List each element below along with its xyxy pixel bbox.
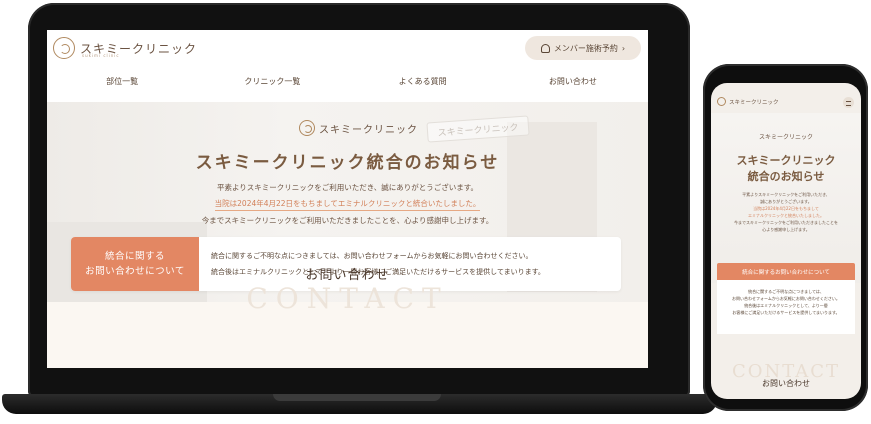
phone-notice-line3: 統合後はエミナルクリニックとして、より一層 bbox=[744, 303, 828, 308]
member-booking-button[interactable]: メンバー施術予約 › bbox=[525, 36, 641, 60]
chevron-right-icon: › bbox=[621, 43, 626, 53]
phone-notice-header: 統合に関するお問い合わせについて bbox=[717, 263, 855, 280]
phone-hero-logo: スキミークリニック bbox=[758, 134, 813, 141]
notice-body-line1: 統合に関するご不明な点につきましては、お問い合わせフォームからお気軽にお問い合わ… bbox=[211, 252, 533, 260]
laptop-screen: スキミークリニック sukimi clinic メンバー施術予約 › 部位一覧 … bbox=[47, 30, 648, 368]
site-header: スキミークリニック sukimi clinic メンバー施術予約 › 部位一覧 … bbox=[47, 30, 648, 102]
laptop-notch bbox=[273, 394, 441, 401]
hero-highlight-text: 当院は2024年4月22日をもちましてエミナルクリニックと統合いたしました。 bbox=[214, 198, 481, 211]
phone-contact-title: お問い合わせ bbox=[762, 379, 810, 388]
phone-hero-line4: エミナルクリニックと統合いたしました。 bbox=[748, 213, 824, 218]
hero-text-line2: 当院は2024年4月22日をもちましてエミナルクリニックと統合いたしました。 bbox=[47, 198, 648, 211]
hamburger-menu-icon[interactable] bbox=[843, 97, 854, 108]
phone-notice-body: 統合に関するご不明な点につきましては、 お問い合わせフォームからお気軽にお問い合… bbox=[717, 280, 855, 334]
phone-title-line1: スキミークリニック bbox=[736, 154, 836, 167]
phone-hero-line1: 平素よりスキミークリニックをご利用いただき、 bbox=[742, 192, 830, 197]
phone-logo-text: スキミークリニック bbox=[729, 99, 779, 106]
hero-logo: スキミークリニック bbox=[299, 120, 418, 136]
phone-notice-line2: お問い合わせフォームからお気軽にお問い合わせください。 bbox=[732, 296, 840, 301]
phone-logo[interactable]: スキミークリニック bbox=[717, 97, 779, 106]
page-title: スキミークリニック統合のお知らせ bbox=[195, 153, 500, 173]
phone-notice-line1: 統合に関するご不明な点につきましては、 bbox=[748, 289, 824, 294]
phone-hero-line3: 当院は2024年4月22日をもちまして bbox=[753, 206, 819, 211]
phone-hero-text: 平素よりスキミークリニックをご利用いただき、 誠にありがとうございます。 当院は… bbox=[719, 191, 853, 233]
phone-page-title: スキミークリニック 統合のお知らせ bbox=[711, 153, 861, 185]
phone-hero-line2: 誠にありがとうございます。 bbox=[760, 199, 812, 204]
hero-logo-text: スキミークリニック bbox=[319, 124, 418, 136]
hero-text-line3: 今までスキミークリニックをご利用いただきましたことを、心より感謝申し上げます。 bbox=[201, 216, 494, 225]
main-nav: 部位一覧 クリニック一覧 よくある質問 お問い合わせ bbox=[47, 76, 648, 87]
nav-item-clinics[interactable]: クリニック一覧 bbox=[197, 76, 347, 87]
clinic-logo-icon bbox=[53, 37, 75, 59]
phone-screen: スキミークリニック スキミークリニック スキミークリニック 統合のお知らせ 平素… bbox=[711, 83, 861, 399]
logo-subtext: sukimi clinic bbox=[82, 53, 120, 58]
notice-label-line1: 統合に関する bbox=[104, 251, 165, 262]
nav-item-contact[interactable]: お問い合わせ bbox=[498, 76, 648, 87]
person-icon bbox=[540, 43, 550, 53]
phone-title-line2: 統合のお知らせ bbox=[747, 170, 825, 183]
phone-hero-line5: 今までスキミークリニックをご利用いただきましたことを bbox=[734, 220, 838, 225]
member-booking-label: メンバー施術予約 bbox=[553, 43, 618, 53]
hero-text-line1: 平素よりスキミークリニックをご利用いただき、誠にありがとうございます。 bbox=[216, 183, 479, 192]
contact-background-text: CONTACT bbox=[246, 282, 449, 315]
contact-title: お問い合わせ bbox=[305, 268, 390, 283]
clinic-logo-icon bbox=[717, 97, 726, 106]
clinic-logo-icon bbox=[299, 120, 315, 136]
phone-notice-line4: お客様にご満足いただけるサービスを提供してまいります。 bbox=[732, 310, 840, 315]
phone-notch bbox=[754, 71, 818, 79]
nav-item-faq[interactable]: よくある質問 bbox=[348, 76, 498, 87]
phone-hero-line6: 心より感謝申し上げます。 bbox=[762, 227, 810, 232]
site-logo[interactable]: スキミークリニック bbox=[53, 37, 197, 59]
nav-item-parts[interactable]: 部位一覧 bbox=[47, 76, 197, 87]
